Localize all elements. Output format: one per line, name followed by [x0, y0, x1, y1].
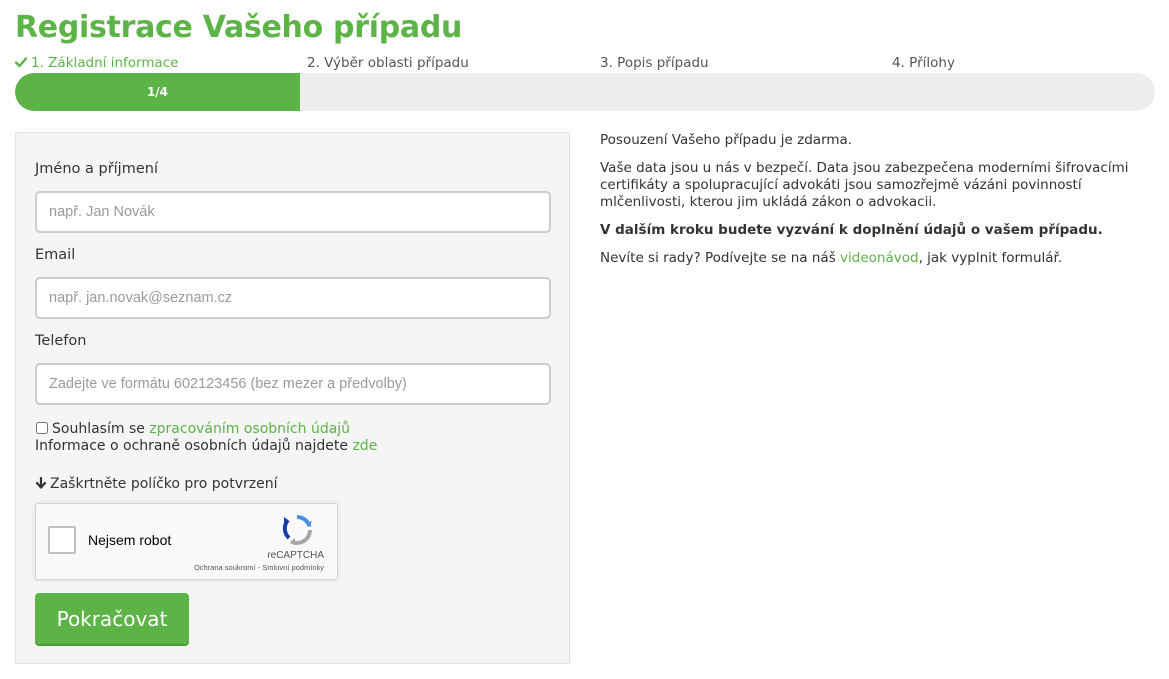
info-free: Posouzení Vašeho případu je zdarma. — [600, 132, 853, 148]
page-title: Registrace Vašeho případu — [15, 10, 463, 45]
step-label: 2. Výběr oblasti případu — [307, 55, 469, 71]
step-indicator: 1. Základní informace 2. Výběr oblasti p… — [15, 55, 1155, 75]
progress-bar: 1/4 — [15, 73, 1155, 111]
step-case-description: 3. Popis případu — [600, 55, 709, 71]
info-security: Vaše data jsou u nás v bezpečí. Data jso… — [600, 160, 1129, 210]
info-panel: Posouzení Vašeho případu je zdarma. Vaše… — [600, 132, 1155, 278]
info-next-step: V dalším kroku budete vyzvání k doplnění… — [600, 222, 1103, 238]
recaptcha-logo-icon — [282, 515, 312, 546]
info-help-text: Nevíte si rady? Podívejte se na náš — [600, 250, 841, 266]
step-attachments: 4. Přílohy — [892, 55, 955, 71]
recaptcha-widget: Nejsem robot reCAPTCHA Ochrana soukromí … — [35, 503, 338, 580]
video-guide-link[interactable]: videonávod — [840, 250, 919, 266]
consent-block: Souhlasím se zpracováním osobních údajů … — [35, 421, 377, 455]
registration-form: Jméno a příjmení Email Telefon Souhlasím… — [15, 132, 570, 664]
step-label: 1. Základní informace — [31, 55, 179, 71]
phone-input[interactable] — [35, 363, 551, 405]
recaptcha-brand: reCAPTCHA — [267, 550, 324, 561]
privacy-text: Informace o ochraně osobních údajů najde… — [35, 438, 353, 454]
consent-text: Souhlasím se — [52, 421, 150, 437]
step-label: 3. Popis případu — [600, 55, 709, 71]
info-help-suffix: , jak vyplnit formulář. — [918, 250, 1063, 266]
step-basic-info: 1. Základní informace — [15, 55, 179, 71]
privacy-link[interactable]: zde — [352, 438, 377, 454]
check-icon — [15, 57, 27, 68]
recaptcha-terms-link[interactable]: Ochrana soukromí - Smluvní podmínky — [194, 563, 324, 572]
confirm-hint: Zaškrtněte políčko pro potvrzení — [35, 476, 277, 492]
recaptcha-label: Nejsem robot — [88, 532, 172, 548]
phone-label: Telefon — [35, 333, 87, 349]
step-case-area: 2. Výběr oblasti případu — [307, 55, 469, 71]
hint-text: Zaškrtněte políčko pro potvrzení — [50, 476, 278, 492]
recaptcha-checkbox[interactable] — [48, 526, 76, 554]
progress-fill: 1/4 — [15, 73, 300, 111]
email-label: Email — [35, 247, 76, 263]
name-label: Jméno a příjmení — [35, 161, 158, 177]
arrow-down-icon — [35, 477, 47, 489]
consent-checkbox[interactable] — [36, 422, 48, 434]
personal-data-link[interactable]: zpracováním osobních údajů — [149, 421, 350, 437]
step-label: 4. Přílohy — [892, 55, 955, 71]
email-input[interactable] — [35, 277, 551, 319]
continue-button[interactable]: Pokračovat — [35, 593, 189, 644]
progress-label: 1/4 — [146, 85, 169, 99]
name-input[interactable] — [35, 191, 551, 233]
info-help: Nevíte si rady? Podívejte se na náš vide… — [600, 250, 1155, 267]
